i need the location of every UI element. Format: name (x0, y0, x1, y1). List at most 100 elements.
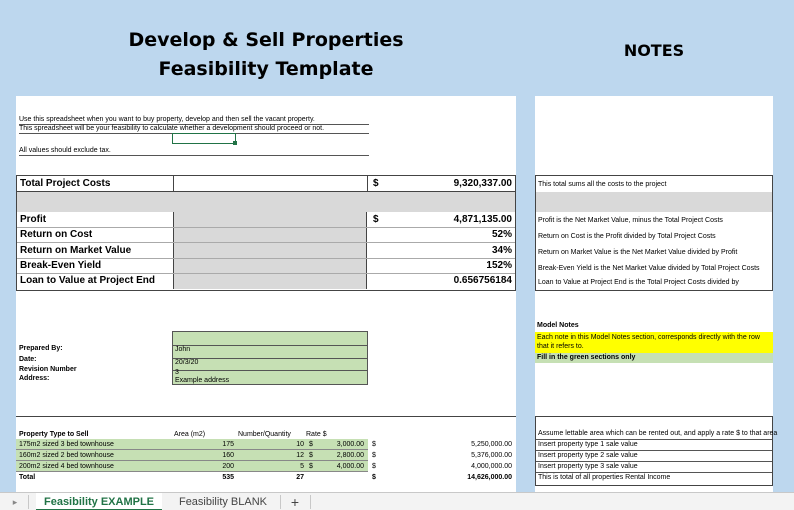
qty-cell: 12 (296, 452, 304, 459)
date-value: 20/3/20 (175, 359, 199, 366)
profit-currency: $ (373, 214, 379, 225)
property-note: Assume lettable area which can be rented… (538, 430, 778, 437)
qty-cell: 10 (296, 441, 304, 448)
add-sheet-icon[interactable]: + (286, 493, 304, 510)
total-currency: $ (372, 463, 376, 470)
property-note: This is total of all properties Rental I… (538, 474, 671, 481)
table-row[interactable]: 200m2 sized 4 bed townhouse 200 5 $ 4,00… (16, 461, 368, 472)
property-note: Insert property type 3 sale value (538, 463, 638, 470)
tab-feasibility-blank[interactable]: Feasibility BLANK (168, 493, 278, 510)
grey-band (536, 192, 772, 212)
grid-line (173, 345, 367, 346)
total-row-label: Total (19, 474, 36, 481)
total-currency: $ (373, 178, 379, 189)
divider (173, 176, 174, 191)
summary-rows-box: Profit $ 4,871,135.00 Return on Cost 52%… (16, 212, 516, 291)
summary-total-box[interactable]: Total Project Costs $ 9,320,337.00 (16, 175, 516, 192)
page-title: Develop & Sell Properties Feasibility Te… (100, 26, 432, 84)
header-area: Area (m2) (174, 431, 206, 438)
address-value: Example address (175, 377, 230, 384)
rate-cell: 4,000.00 (336, 463, 364, 470)
header-rate: Rate $ (306, 431, 327, 438)
grand-total: 14,626,000.00 (467, 474, 512, 481)
rate-cell: 2,800.00 (336, 452, 364, 459)
tab-divider (28, 495, 29, 509)
tab-divider (280, 495, 281, 509)
area-cell: 200 (222, 463, 234, 470)
summary-grey-band (16, 192, 516, 212)
property-note: Insert property type 1 sale value (538, 441, 638, 448)
property-table: Property Type to Sell Area (m2) Number/Q… (16, 416, 516, 486)
ltv-value: 0.656756184 (453, 275, 512, 286)
tab-scroll-right-icon[interactable]: ▸ (8, 493, 22, 510)
selected-cell[interactable] (172, 133, 236, 144)
green-note-text: Fill in the green sections only (537, 354, 636, 361)
profit-label: Profit (20, 214, 47, 225)
type-cell: 200m2 sized 4 bed townhouse (19, 463, 114, 470)
summary-row[interactable]: Loan to Value at Project End 0.656756184 (17, 274, 515, 289)
notes-panel: This total sums all the costs to the pro… (535, 96, 777, 492)
break-even-label: Break-Even Yield (20, 260, 102, 271)
total-value: 9,320,337.00 (453, 178, 512, 189)
note-total-text: This total sums all the costs to the pro… (538, 181, 667, 188)
sheet-tab-bar: ▸ Feasibility EXAMPLE Feasibility BLANK … (0, 492, 794, 510)
note-break-even: Break-Even Yield is the Net Market Value… (538, 265, 760, 272)
summary-row[interactable]: Return on Market Value 34% (17, 243, 515, 259)
total-currency: $ (372, 441, 376, 448)
rate-currency: $ (309, 463, 313, 470)
summary-row[interactable]: Break-Even Yield 152% (17, 259, 515, 274)
total-area: 535 (222, 474, 234, 481)
area-cell: 160 (222, 452, 234, 459)
yellow-line-1: Each note in this Model Notes section, c… (537, 334, 760, 341)
grand-total-currency: $ (372, 474, 376, 481)
area-cell: 175 (222, 441, 234, 448)
divider (367, 176, 368, 191)
selection-handle[interactable] (233, 141, 237, 145)
prepared-by-label: Prepared By: (19, 345, 63, 352)
total-label: Total Project Costs (20, 178, 111, 189)
total-qty: 27 (296, 474, 304, 481)
row-total: 5,250,000.00 (471, 441, 512, 448)
note-return-cost: Return on Cost is the Profit divided by … (538, 233, 716, 240)
title-line-2: Feasibility Template (158, 58, 374, 80)
tab-feasibility-example[interactable]: Feasibility EXAMPLE (36, 493, 162, 510)
yellow-line-2: that it refers to. (537, 343, 584, 350)
property-note: Insert property type 2 sale value (538, 452, 638, 459)
note-ltv: Loan to Value at Project End is the Tota… (538, 279, 739, 286)
table-row[interactable]: 160m2 sized 2 bed townhouse 160 12 $ 2,8… (16, 450, 368, 461)
prepared-by-field[interactable]: John 20/3/20 3 Example address (172, 331, 368, 385)
date-label: Date: (19, 356, 37, 363)
grid-line (536, 472, 772, 473)
note-profit: Profit is the Net Market Value, minus th… (538, 217, 723, 224)
model-note-green: Fill in the green sections only (535, 353, 773, 363)
grid-line (536, 450, 772, 451)
return-on-cost-label: Return on Cost (20, 229, 93, 240)
grid-line (173, 358, 367, 359)
prepared-by-box: Prepared By: John 20/3/20 3 Example addr… (16, 331, 368, 385)
total-currency: $ (372, 452, 376, 459)
type-cell: 175m2 sized 3 bed townhouse (19, 441, 114, 448)
row-total: 5,376,000.00 (471, 452, 512, 459)
tab-divider (310, 495, 311, 509)
return-on-market-value: 34% (491, 245, 512, 256)
return-on-cost-value: 52% (491, 229, 512, 240)
qty-cell: 5 (300, 463, 304, 470)
table-row[interactable]: 175m2 sized 3 bed townhouse 175 10 $ 3,0… (16, 439, 368, 450)
rate-currency: $ (309, 441, 313, 448)
property-notes: Assume lettable area which can be rented… (535, 416, 777, 486)
row-total: 4,000,000.00 (471, 463, 512, 470)
feasibility-panel: Use this spreadsheet when you want to bu… (16, 96, 516, 492)
summary-row[interactable]: Return on Cost 52% (17, 228, 515, 243)
grid-line (536, 439, 772, 440)
address-label: Address: (19, 375, 50, 382)
ltv-label: Loan to Value at Project End (20, 275, 156, 286)
summary-row[interactable]: Profit $ 4,871,135.00 (17, 212, 515, 228)
table-total-row[interactable]: Total 535 27 $ 14,626,000.00 (16, 472, 516, 484)
type-cell: 160m2 sized 2 bed townhouse (19, 452, 114, 459)
prepared-by-value: John (175, 346, 191, 353)
return-on-market-label: Return on Market Value (20, 245, 132, 256)
profit-value: 4,871,135.00 (453, 214, 512, 225)
note-total[interactable]: This total sums all the costs to the pro… (535, 175, 773, 291)
note-return-market: Return on Market Value is the Net Market… (538, 249, 738, 256)
grid-line (536, 461, 772, 462)
